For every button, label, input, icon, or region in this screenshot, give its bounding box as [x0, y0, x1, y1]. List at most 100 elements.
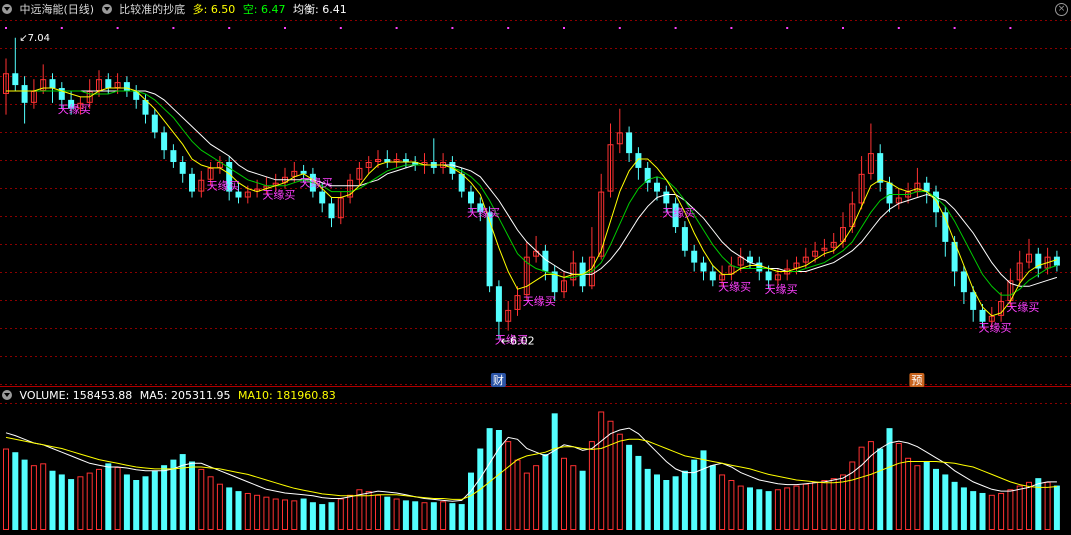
volume-bar — [709, 465, 716, 530]
volume-bar — [328, 502, 335, 530]
volume-bar — [58, 474, 65, 530]
volume-bar — [561, 457, 567, 530]
candle-body — [970, 292, 977, 310]
volume-bar — [77, 476, 84, 530]
volume-bar — [1035, 478, 1042, 530]
volume-bar — [960, 487, 967, 530]
volume-bar — [495, 430, 502, 530]
volume-bar — [49, 470, 56, 530]
candle-body — [886, 182, 893, 204]
volume-bar — [542, 454, 549, 530]
volume-bar — [142, 476, 149, 530]
volume-bar — [21, 459, 28, 530]
volume-bar — [523, 472, 530, 530]
cai-badge[interactable]: 财 — [490, 373, 506, 387]
volume-bar — [421, 502, 428, 531]
buy-signal-label: 天缘买 — [300, 177, 333, 190]
volume-bar — [626, 444, 633, 530]
yu-badge[interactable]: 预 — [909, 373, 925, 387]
top-dot-marker — [897, 27, 900, 29]
volume-bar — [384, 496, 391, 530]
volume-bar — [114, 467, 121, 531]
candle-body — [170, 150, 177, 162]
volume-bar — [282, 499, 288, 531]
volume-bar — [30, 465, 37, 530]
volume-bar — [877, 448, 884, 530]
volume-bar — [12, 452, 19, 530]
volume-bar — [607, 420, 614, 531]
top-dot-marker — [116, 27, 119, 29]
volume-bar — [700, 450, 707, 530]
volume-bar — [105, 463, 112, 530]
candle-body — [21, 85, 28, 103]
volume-bar — [254, 494, 261, 531]
candle-body — [923, 182, 930, 192]
candle-body — [123, 82, 130, 91]
volume-bar — [737, 485, 744, 530]
volume-bar — [151, 470, 158, 530]
buy-signal-label: 天缘买 — [467, 206, 500, 219]
candle-body — [681, 227, 688, 251]
volume-bar — [663, 480, 670, 530]
top-dot-marker — [563, 27, 565, 29]
volume-bar — [895, 442, 902, 530]
top-dot-marker — [5, 27, 7, 29]
volume-bar — [514, 459, 521, 531]
candle-body — [1053, 256, 1060, 266]
top-dot-marker — [284, 27, 286, 29]
volume-bar — [207, 476, 214, 530]
volume-bar — [272, 498, 279, 531]
candle-body — [765, 271, 772, 281]
high-price-marker: ↙7.04 — [19, 33, 50, 44]
candle-body — [663, 191, 670, 204]
volume-bar — [858, 446, 865, 530]
top-dot-marker — [395, 27, 398, 29]
buy-signal-label: 天缘买 — [765, 283, 798, 296]
buy-signal-label: 天缘买 — [523, 295, 556, 308]
cai-badge-label: 财 — [493, 373, 504, 387]
candle-body — [756, 262, 763, 272]
candle-body — [151, 114, 158, 133]
candle-body — [495, 286, 502, 322]
volume-bar — [654, 474, 660, 530]
volume-bar — [430, 502, 437, 530]
volume-bar — [86, 472, 93, 530]
top-dot-marker — [786, 27, 789, 29]
volume-bar — [189, 461, 195, 530]
volume-bar — [402, 500, 409, 530]
candle-body — [691, 250, 698, 263]
volume-bar — [1026, 481, 1032, 530]
top-dot-marker — [1009, 27, 1012, 29]
volume-bar — [1044, 481, 1051, 530]
low-price-marker: ←6.02 — [501, 335, 535, 348]
volume-bar — [951, 481, 958, 530]
volume-bar — [40, 463, 47, 531]
volume-bar — [970, 491, 977, 530]
volume-bar — [756, 489, 763, 530]
volume-bar — [449, 503, 456, 530]
volume-bar — [598, 411, 605, 530]
volume-bar — [905, 457, 912, 530]
volume-bar — [1007, 489, 1014, 530]
volume-bar — [635, 455, 642, 530]
top-dot-marker — [451, 27, 454, 29]
candle-body — [179, 162, 186, 174]
top-dot-marker — [228, 27, 231, 29]
price-and-volume-chart[interactable]: 天缘买天缘买天缘买天缘买天缘买天缘买天缘买天缘买天缘买 天缘买天缘买天缘买 ↙7.… — [0, 0, 1071, 535]
candle-body — [933, 191, 939, 213]
volume-bar — [765, 491, 772, 530]
volume-bar — [235, 491, 242, 530]
volume-bar — [998, 492, 1005, 530]
volume-bar — [133, 480, 140, 530]
top-dot-marker — [60, 27, 63, 29]
buy-signal-label: 天缘买 — [207, 180, 240, 193]
volume-bar — [933, 468, 939, 530]
volume-bar — [347, 494, 354, 531]
top-dot-marker — [953, 27, 956, 29]
volume-bar — [468, 472, 474, 530]
candle-body — [49, 79, 56, 89]
candle-body — [468, 191, 474, 204]
candle-body — [654, 182, 660, 192]
volume-bar — [644, 468, 651, 530]
volume-bar — [123, 474, 130, 530]
